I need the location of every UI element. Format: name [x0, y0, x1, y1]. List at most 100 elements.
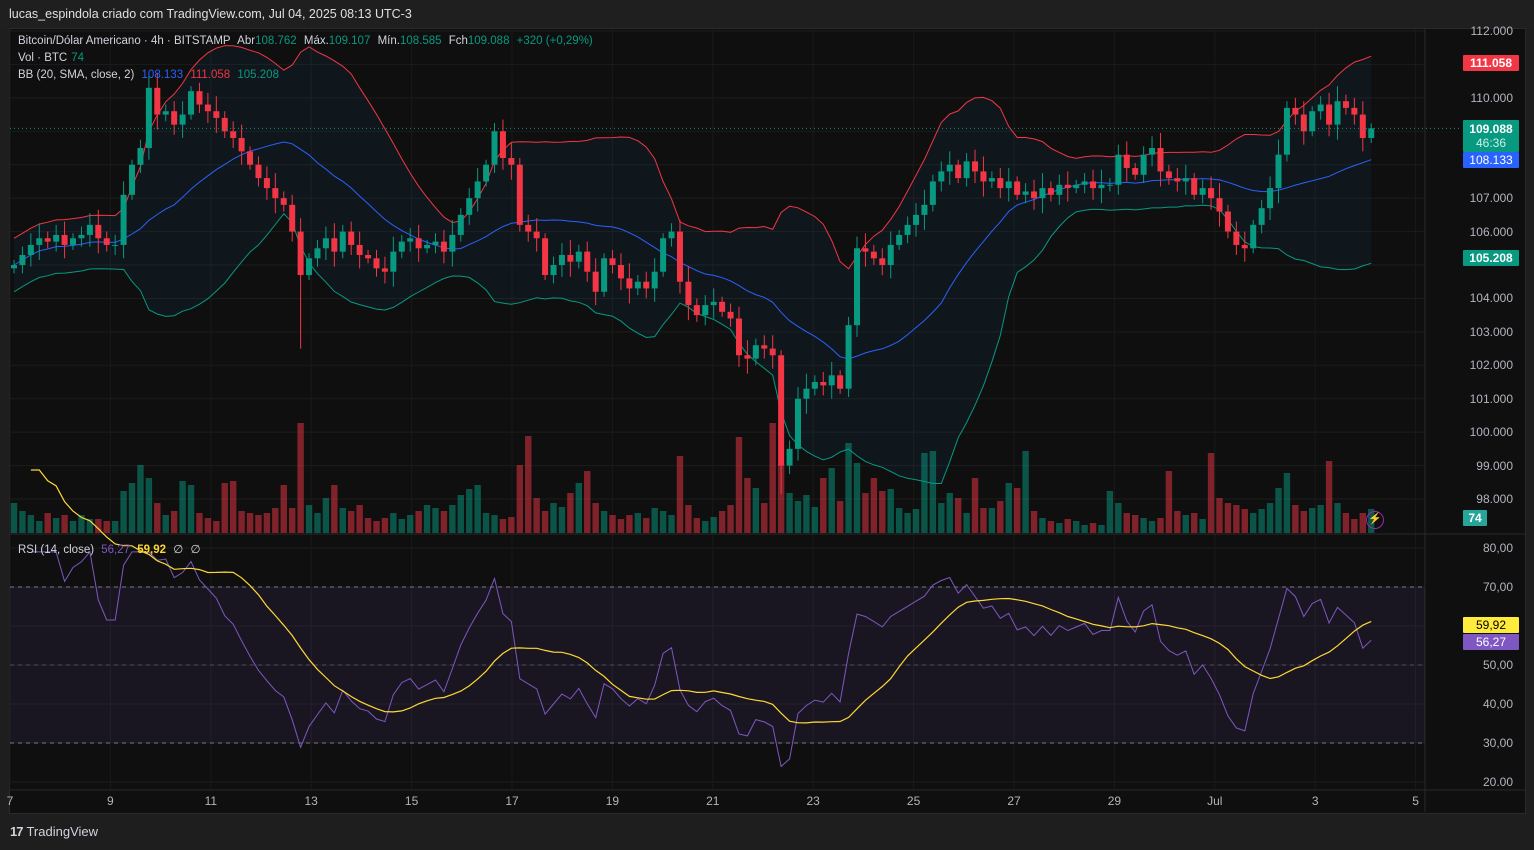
volume-bar — [668, 515, 675, 533]
candle-body — [988, 178, 995, 182]
date-axis-label: 7 — [6, 794, 14, 808]
candle-body — [1039, 188, 1046, 199]
candle-body — [331, 238, 338, 252]
candle-body — [634, 281, 641, 289]
volume-bar — [1072, 521, 1080, 533]
candle-body — [280, 198, 287, 205]
date-axis-label: 23 — [806, 794, 820, 808]
volume-bar — [845, 443, 852, 533]
candle-body — [36, 238, 43, 245]
volume-bar — [617, 519, 625, 533]
candle-body — [457, 214, 464, 235]
candle-body — [1047, 188, 1054, 195]
candle-body — [171, 111, 178, 125]
candle-body — [247, 151, 254, 165]
rsi-axis-label: 40,00 — [1482, 697, 1513, 711]
volume-bar — [297, 423, 304, 533]
candle-body — [525, 224, 532, 232]
candle-body — [19, 254, 26, 266]
volume-bar — [634, 513, 642, 533]
candle-body — [322, 238, 329, 249]
high-label: Máx. — [303, 35, 329, 47]
volume-bar — [584, 471, 591, 533]
candle-body — [11, 265, 17, 269]
volume-bar — [356, 505, 363, 533]
bb-upper-tag: 111.058 — [1463, 55, 1519, 71]
volume-bar — [187, 485, 195, 533]
volume-bar — [348, 511, 355, 533]
candle-body — [162, 111, 169, 115]
chart-canvas[interactable] — [0, 0, 1534, 850]
lightning-icon[interactable]: ⚡ — [1366, 511, 1384, 529]
candle-body — [1182, 178, 1189, 182]
candle-body — [1115, 154, 1122, 185]
candle-body — [938, 171, 945, 182]
volume-bar — [769, 423, 776, 533]
volume-bar — [373, 521, 380, 533]
candle-body — [702, 305, 709, 316]
candle-body — [255, 164, 262, 179]
price-axis-label: 112.000 — [1470, 24, 1514, 38]
candle-body — [542, 238, 549, 276]
candle-body — [365, 254, 372, 259]
price-axis-label: 107.000 — [1469, 191, 1513, 206]
open-label: Abr — [237, 35, 256, 47]
candle-body — [1005, 181, 1012, 189]
volume-bar — [744, 478, 751, 533]
candle-body — [558, 254, 565, 266]
candle-body — [129, 164, 136, 195]
candle-body — [204, 104, 211, 112]
rsi-legend[interactable]: RSI (14, close) 56,27 59,92 ∅ ∅ — [18, 542, 205, 556]
tradingview-footer: 17 TradingView — [10, 824, 98, 839]
volume-bar — [179, 481, 186, 533]
rsi-axis-label: 20.00 — [1482, 775, 1513, 789]
candle-body — [862, 248, 869, 252]
candle-body — [491, 131, 498, 165]
volume-bar — [862, 493, 869, 533]
candle-body — [196, 91, 203, 105]
volume-bar — [558, 507, 566, 533]
candle-body — [575, 251, 582, 262]
candle-body — [769, 348, 776, 356]
candle-body — [786, 448, 793, 466]
volume-bar — [735, 437, 743, 533]
candle-body — [398, 241, 405, 252]
volume-legend[interactable]: Vol · BTC 74 — [18, 52, 88, 64]
volume-bar — [1013, 488, 1021, 533]
volume-bar — [1334, 503, 1341, 533]
volume-bar — [1174, 511, 1181, 533]
volume-bar — [263, 513, 271, 533]
volume-bar — [887, 489, 894, 533]
symbol-name[interactable]: Bitcoin/Dólar Americano · 4h · BITSTAMP — [18, 35, 231, 47]
candle-body — [617, 265, 624, 279]
volume-bar — [946, 493, 953, 533]
volume-bar — [1056, 523, 1063, 533]
candle-body — [103, 238, 110, 245]
bb-legend[interactable]: BB (20, SMA, close, 2) 108.133 111.058 1… — [18, 69, 283, 81]
candle-body — [803, 388, 810, 399]
volume-bar — [1241, 509, 1248, 533]
candle-body — [887, 244, 894, 266]
candle-body — [980, 171, 987, 182]
candle-body — [1250, 224, 1257, 249]
candle-body — [53, 234, 60, 242]
volume-bar — [592, 503, 599, 533]
candle-body — [483, 164, 490, 182]
candle-body — [390, 251, 397, 272]
rsi-empty-1: ∅ — [173, 544, 184, 556]
volume-bar — [938, 503, 945, 533]
candle-body — [660, 238, 667, 272]
candle-body — [474, 181, 481, 199]
rsi-axis-label: 70,00 — [1482, 580, 1513, 594]
price-axis-label: 106.000 — [1469, 224, 1513, 239]
volume-bar — [154, 503, 161, 533]
candle-body — [1123, 154, 1130, 169]
tradingview-logo-icon: 17 — [10, 824, 24, 839]
bb-label: BB (20, SMA, close, 2) — [18, 69, 135, 81]
volume-bar — [1106, 491, 1114, 533]
candle-body — [744, 355, 751, 359]
candle-body — [356, 244, 363, 255]
volume-bar — [423, 505, 431, 533]
volume-bar — [997, 501, 1004, 533]
candle-body — [727, 311, 734, 319]
